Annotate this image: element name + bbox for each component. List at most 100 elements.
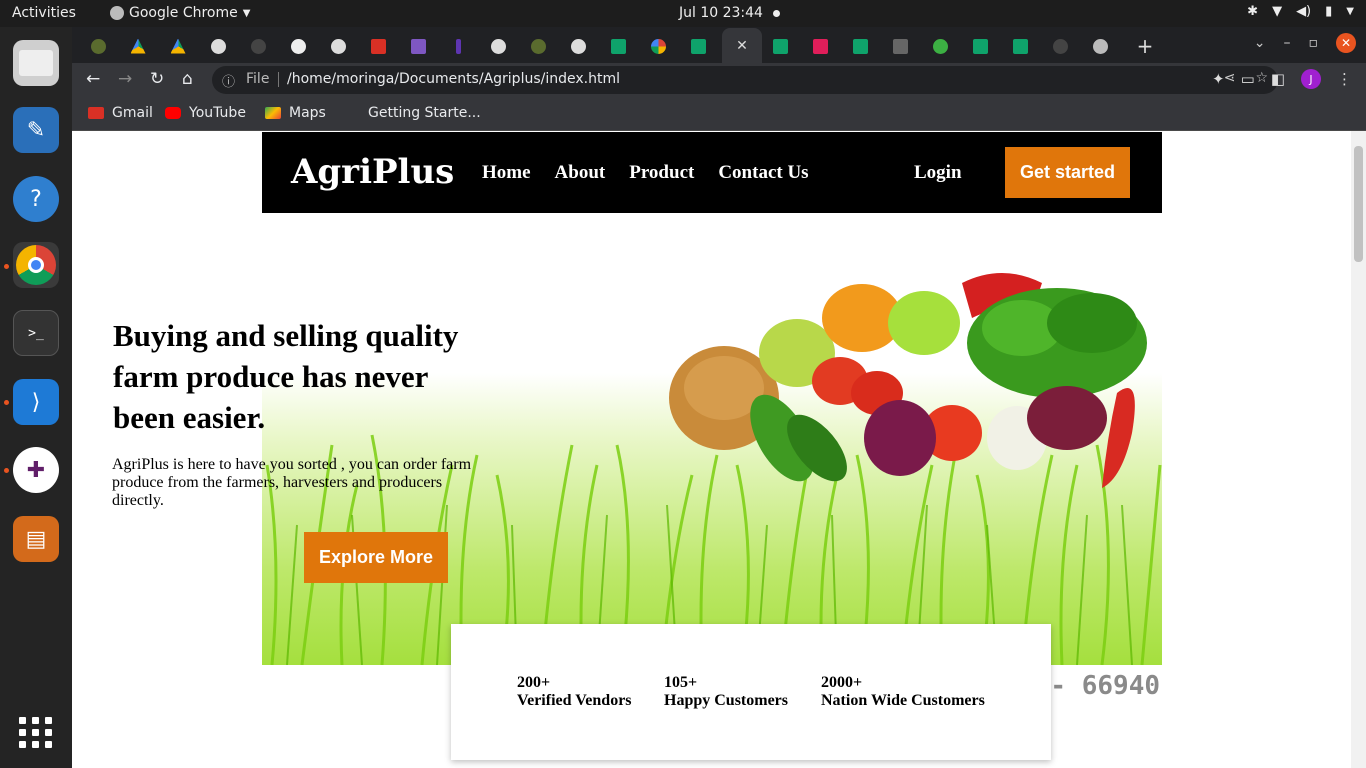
tab-globe[interactable] [560, 35, 596, 57]
bookmark-getting-started[interactable]: Getting Starte... [344, 105, 481, 121]
activities-button[interactable]: Activities [12, 5, 76, 21]
caret-down-icon: ▼ [242, 7, 251, 19]
system-tray[interactable]: ✱ ▼ ◀) ▮ ▼ [1247, 4, 1354, 19]
stat-nation-wide-customers: 2000+ Nation Wide Customers [821, 674, 985, 710]
tab-purple[interactable] [400, 35, 436, 57]
url-scheme-label: File [246, 71, 270, 87]
nav-home[interactable]: Home [482, 162, 531, 184]
maps-icon [265, 107, 281, 119]
maximize-button[interactable]: ▫ [1309, 35, 1319, 51]
tab-w[interactable] [762, 35, 798, 57]
extensions-area: ✦ ▭ ◧ J ⋮ [1212, 69, 1352, 89]
nav-product[interactable]: Product [629, 162, 694, 184]
tab-gmail[interactable] [360, 35, 396, 57]
tab-github[interactable] [280, 35, 316, 57]
tab-slack[interactable] [802, 35, 838, 57]
extensions-puzzle-icon[interactable]: ✦ [1212, 70, 1225, 88]
app-menu[interactable]: Google Chrome ▼ [110, 5, 250, 21]
stat-happy-customers: 105+ Happy Customers [664, 674, 788, 710]
slack-tray-icon: ✱ [1247, 4, 1259, 19]
tab-globe[interactable] [320, 35, 356, 57]
wifi-icon: ▼ [1272, 4, 1283, 19]
libreoffice-impress-icon[interactable]: ▤ [13, 516, 59, 562]
tab-favicon[interactable] [520, 35, 556, 57]
page-viewport: AgriPlus Home About Product Contact Us L… [72, 131, 1366, 768]
menu-kebab-icon[interactable]: ⋮ [1337, 70, 1352, 88]
tab-google-drive[interactable] [120, 35, 156, 57]
scrollbar-thumb[interactable] [1354, 146, 1363, 262]
get-started-button[interactable]: Get started [1005, 147, 1130, 198]
profile-avatar[interactable]: J [1301, 69, 1321, 89]
tab-amp[interactable] [882, 35, 918, 57]
minimize-button[interactable]: – [1284, 35, 1291, 51]
show-applications-icon[interactable] [19, 717, 53, 748]
stat-label: Nation Wide Customers [821, 692, 985, 709]
new-tab-button[interactable]: + [1127, 34, 1163, 58]
tab-w[interactable] [962, 35, 998, 57]
slack-icon[interactable]: ✚ [13, 447, 59, 493]
caret-down-icon: ▼ [1346, 6, 1354, 17]
tab-globe[interactable] [480, 35, 516, 57]
nav-about[interactable]: About [555, 162, 606, 184]
tab-strip: ✕ + ⌄ – ▫ ✕ [72, 27, 1366, 63]
vegetables-image [669, 273, 1147, 488]
google-chrome-icon[interactable] [13, 242, 59, 288]
tab-dark[interactable] [1042, 35, 1078, 57]
tab-chrome[interactable] [1082, 35, 1118, 57]
tab-w[interactable] [842, 35, 878, 57]
bookmark-label: Maps [289, 105, 326, 121]
files-icon[interactable] [13, 40, 59, 86]
tab-favicon[interactable] [80, 35, 116, 57]
url-text[interactable]: /home/moringa/Documents/Agriplus/index.h… [287, 71, 620, 87]
battery-icon: ▮ [1325, 4, 1333, 19]
page-scrollbar[interactable] [1351, 131, 1366, 768]
cast-icon[interactable]: ▭ [1241, 70, 1255, 88]
tab-green[interactable] [922, 35, 958, 57]
site-logo[interactable]: AgriPlus [291, 152, 454, 192]
bookmark-label: YouTube [189, 105, 246, 121]
tab-google[interactable] [640, 35, 676, 57]
tab-globe[interactable] [200, 35, 236, 57]
running-indicator [4, 400, 9, 405]
tab-active-agriplus[interactable]: ✕ [722, 28, 762, 63]
stat-value: 105+ [664, 674, 698, 691]
side-panel-icon[interactable]: ◧ [1271, 70, 1285, 88]
tab-google-drive[interactable] [160, 35, 196, 57]
reload-icon[interactable]: ↻ [150, 69, 164, 89]
terminal-icon[interactable]: >_ [13, 310, 59, 356]
stat-value: 2000+ [821, 674, 863, 691]
browser-toolbar: ← → ↻ ⌂ ⓘ File /home/moringa/Documents/A… [72, 63, 1366, 97]
bookmark-label: Gmail [112, 105, 153, 121]
forward-icon[interactable]: → [118, 69, 132, 89]
bookmark-maps[interactable]: Maps [265, 105, 326, 121]
tab-w[interactable] [680, 35, 716, 57]
tab-purple-slash[interactable] [440, 35, 476, 57]
hero-heading: Buying and selling quality farm produce … [113, 318, 459, 435]
login-link[interactable]: Login [914, 162, 962, 184]
nav-contact-us[interactable]: Contact Us [718, 162, 808, 184]
bookmark-gmail[interactable]: Gmail [88, 105, 153, 121]
home-icon[interactable]: ⌂ [182, 69, 193, 89]
back-icon[interactable]: ← [86, 69, 100, 89]
bookmarks-bar: Gmail YouTube Maps Getting Starte... [72, 97, 1366, 131]
clock[interactable]: Jul 10 23:44 [679, 5, 763, 21]
vscode-icon[interactable]: ⟩ [13, 379, 59, 425]
gmail-icon [88, 107, 104, 119]
close-window-button[interactable]: ✕ [1336, 33, 1356, 53]
tab-w[interactable] [1002, 35, 1038, 57]
help-icon[interactable]: ? [13, 176, 59, 222]
running-indicator [4, 468, 9, 473]
info-icon[interactable]: ⓘ [222, 71, 235, 90]
stat-value: 200+ [517, 674, 551, 691]
explore-more-button[interactable]: Explore More [304, 532, 448, 583]
stat-label: Verified Vendors [517, 692, 632, 709]
youtube-icon [165, 107, 181, 119]
tab-w[interactable] [600, 35, 636, 57]
tab-search-icon[interactable]: ⌄ [1254, 35, 1266, 51]
volume-icon: ◀) [1296, 4, 1312, 19]
tab-dark[interactable] [240, 35, 276, 57]
divider [278, 72, 279, 87]
address-bar[interactable]: ⓘ File /home/moringa/Documents/Agriplus/… [212, 66, 1278, 94]
bookmark-youtube[interactable]: YouTube [165, 105, 246, 121]
libreoffice-writer-icon[interactable]: ✎ [13, 107, 59, 153]
